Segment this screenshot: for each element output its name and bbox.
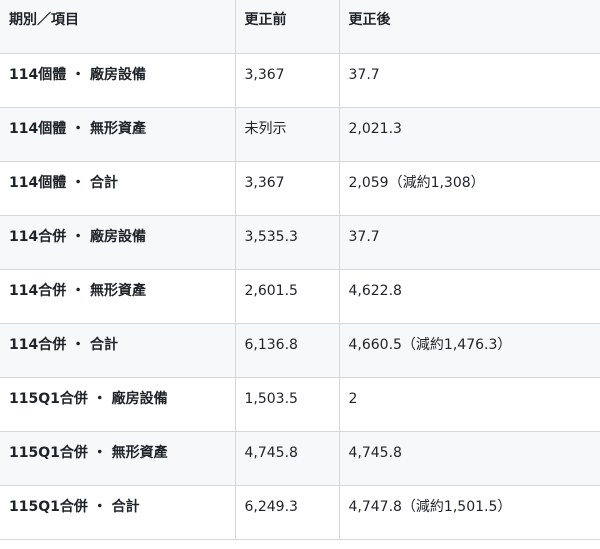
value-before: 6,136.8 [235,323,340,378]
value-after: 2,021.3 [339,107,600,162]
row-label: 114合併 ・ 合計 [0,323,236,378]
value-after: 37.7 [339,53,600,108]
table-row: 114個體 ・ 合計 3,367 2,059（減約1,308） [0,161,600,216]
correction-table: 期別／項目 更正前 更正後 114個體 ・ 廠房設備 3,367 37.7 11… [0,0,600,540]
value-before: 4,745.8 [235,431,340,486]
table-row: 115Q1合併 ・ 廠房設備 1,503.5 2 [0,377,600,432]
value-after: 4,747.8（減約1,501.5） [339,485,600,540]
value-before: 2,601.5 [235,269,340,324]
value-after: 4,745.8 [339,431,600,486]
row-label: 114合併 ・ 無形資產 [0,269,236,324]
value-after: 4,660.5（減約1,476.3） [339,323,600,378]
value-after: 2,059（減約1,308） [339,161,600,216]
value-before: 6,249.3 [235,485,340,540]
row-label: 115Q1合併 ・ 無形資產 [0,431,236,486]
value-after: 37.7 [339,215,600,270]
table-row: 114合併 ・ 合計 6,136.8 4,660.5（減約1,476.3） [0,323,600,378]
table-row: 115Q1合併 ・ 無形資產 4,745.8 4,745.8 [0,431,600,486]
value-after: 4,622.8 [339,269,600,324]
table-row: 114合併 ・ 無形資產 2,601.5 4,622.8 [0,269,600,324]
value-before: 3,535.3 [235,215,340,270]
row-label: 114個體 ・ 廠房設備 [0,53,236,108]
table-row: 114合併 ・ 廠房設備 3,535.3 37.7 [0,215,600,270]
value-before: 3,367 [235,53,340,108]
row-label: 114個體 ・ 合計 [0,161,236,216]
value-before: 未列示 [235,107,340,162]
table-row: 115Q1合併 ・ 合計 6,249.3 4,747.8（減約1,501.5） [0,485,600,540]
header-after: 更正後 [339,0,600,54]
table-row: 114個體 ・ 廠房設備 3,367 37.7 [0,53,600,108]
row-label: 115Q1合併 ・ 合計 [0,485,236,540]
row-label: 114合併 ・ 廠房設備 [0,215,236,270]
value-before: 3,367 [235,161,340,216]
value-after: 2 [339,377,600,432]
table-row: 114個體 ・ 無形資產 未列示 2,021.3 [0,107,600,162]
table-header-row: 期別／項目 更正前 更正後 [0,0,600,54]
header-before: 更正前 [235,0,340,54]
row-label: 114個體 ・ 無形資產 [0,107,236,162]
header-period-item: 期別／項目 [0,0,236,54]
row-label: 115Q1合併 ・ 廠房設備 [0,377,236,432]
value-before: 1,503.5 [235,377,340,432]
